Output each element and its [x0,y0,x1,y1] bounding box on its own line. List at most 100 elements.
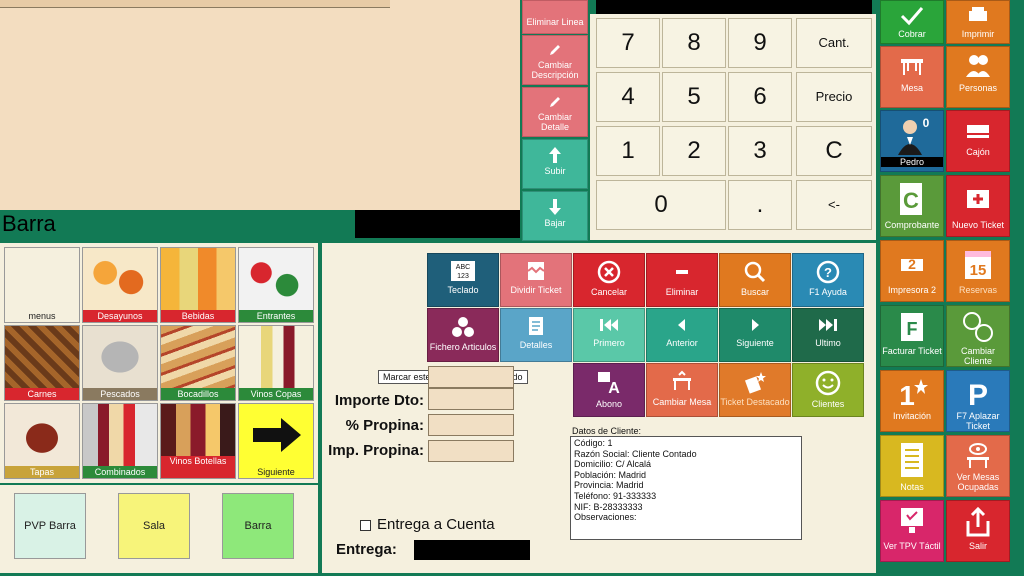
clients-button[interactable]: Clientes [792,363,864,417]
tip-percent-field[interactable] [428,414,514,436]
key-8[interactable]: 8 [662,18,726,68]
client-line: Población: Madrid [574,469,647,480]
category-bebidas[interactable]: Bebidas [160,247,236,323]
exit-button[interactable]: Salir [946,500,1010,562]
key-price[interactable]: Precio [796,72,872,122]
client-line: Teléfono: 91-333333 [574,490,657,501]
key-clear[interactable]: C [796,126,872,176]
svg-text:C: C [903,188,919,213]
view-touch-tpv-button[interactable]: Ver TPV Táctil [880,500,944,562]
last-button[interactable]: Ultimo [792,308,864,362]
minus-icon [676,270,688,274]
change-detail-button[interactable]: Cambiar Detalle [522,87,588,137]
category-tapas[interactable]: Tapas [4,403,80,479]
delete-button[interactable]: Eliminar [646,253,718,307]
printer-2-button[interactable]: 2 Impresora 2 [880,240,944,302]
highlighted-ticket-button[interactable]: Ticket Destacado [719,363,791,417]
checkbox[interactable] [360,519,371,531]
category-label: Pescados [83,388,157,400]
numeric-keypad: 7 8 9 Cant. 4 5 6 Precio 1 2 3 C 0 . <- [590,14,876,240]
category-combinados[interactable]: Combinados [82,403,158,479]
category-carnes[interactable]: Carnes [4,325,80,401]
change-table-button[interactable]: Cambiar Mesa [646,363,718,417]
key-decimal[interactable]: . [728,180,792,230]
new-ticket-button[interactable]: Nuevo Ticket [946,175,1010,237]
key-3[interactable]: 3 [728,126,792,176]
details-button[interactable]: Detalles [500,308,572,362]
invoice-ticket-button[interactable]: F Facturar Ticket [880,305,944,367]
discount-amount-field[interactable] [428,388,514,410]
table-button[interactable]: Mesa [880,46,944,108]
move-down-button[interactable]: Bajar [522,191,588,241]
first-button[interactable]: Primero [573,308,645,362]
key-4[interactable]: 4 [596,72,660,122]
abono-button[interactable]: A Abono [573,363,645,417]
clients-label: Clientes [811,399,845,409]
split-ticket-button[interactable]: Dividir Ticket [500,253,572,307]
cancel-button[interactable]: Cancelar [573,253,645,307]
print-button[interactable]: Imprimir [946,0,1010,44]
category-vinos-copas[interactable]: Vinos Copas [238,325,314,401]
client-line: Domicilio: C/ Alcalá [574,459,652,470]
ticket-area[interactable] [0,0,520,210]
deposit-checkbox-row[interactable]: Entrega a Cuenta [360,516,495,533]
key-5[interactable]: 5 [662,72,726,122]
postpone-ticket-label: F7 Aplazar Ticket [956,411,1000,431]
key-quantity[interactable]: Cant. [796,18,872,68]
mixed-drinks-image [83,404,157,466]
next-icon [752,319,759,331]
reservations-button[interactable]: 15 Reservas [946,240,1010,302]
charge-button[interactable]: Cobrar [880,0,944,44]
top-field[interactable] [428,366,514,388]
next-button[interactable]: Siguiente [719,308,791,362]
exit-label: Salir [968,541,987,551]
waiter-label: Pedro [881,157,943,167]
key-7[interactable]: 7 [596,18,660,68]
barra-button[interactable]: Barra [222,493,294,559]
notes-button[interactable]: Notas [880,435,944,497]
category-entrantes[interactable]: Entrantes [238,247,314,323]
calendar-icon: 15 [965,251,991,279]
delete-line-button[interactable]: Eliminar Linea [522,0,588,34]
keyboard-button[interactable]: ABC 123 Teclado [427,253,499,307]
key-backspace[interactable]: <- [796,180,872,230]
pencil-icon [550,45,560,55]
tip-amount-field[interactable] [428,440,514,462]
search-button[interactable]: Buscar [719,253,791,307]
key-9[interactable]: 9 [728,18,792,68]
category-desayunos[interactable]: Desayunos [82,247,158,323]
key-0[interactable]: 0 [596,180,726,230]
postpone-ticket-button[interactable]: P F7 Aplazar Ticket [946,370,1010,432]
help-button[interactable]: ? F1 Ayuda [792,253,864,307]
change-client-button[interactable]: Cambiar Cliente [946,305,1010,367]
receipt-button[interactable]: C Comprobante [880,175,944,237]
sandwiches-image [161,326,235,388]
people-button[interactable]: Personas [946,46,1010,108]
delivery-field[interactable] [414,540,530,560]
category-vinos-botellas[interactable]: Vinos Botellas [160,403,236,479]
articles-file-button[interactable]: Fichero Articulos [427,308,499,362]
keypad-display [596,0,872,14]
invitation-button[interactable]: 1 Invitación [880,370,944,432]
exit-icon [966,506,990,537]
waiter-button[interactable]: 0 Pedro [880,110,944,172]
move-up-button[interactable]: Subir [522,139,588,189]
key-1[interactable]: 1 [596,126,660,176]
category-pescados[interactable]: Pescados [82,325,158,401]
key-6[interactable]: 6 [728,72,792,122]
category-menus[interactable]: menus [4,247,80,323]
split-ticket-icon [527,262,545,280]
category-bocadillos[interactable]: Bocadillos [160,325,236,401]
pvp-barra-button[interactable]: PVP Barra [14,493,86,559]
cash-drawer-button[interactable]: Cajón [946,110,1010,172]
sala-button[interactable]: Sala [118,493,190,559]
change-description-button[interactable]: Cambiar Descripción [522,35,588,85]
category-label: Bebidas [161,310,235,322]
previous-button[interactable]: Anterior [646,308,718,362]
category-label: Desayunos [83,310,157,322]
category-next[interactable]: Siguiente [238,403,314,479]
invitation-icon: 1 [899,379,928,409]
view-occupied-tables-button[interactable]: Ver Mesas Ocupadas [946,435,1010,497]
key-2[interactable]: 2 [662,126,726,176]
details-label: Detalles [519,340,553,350]
